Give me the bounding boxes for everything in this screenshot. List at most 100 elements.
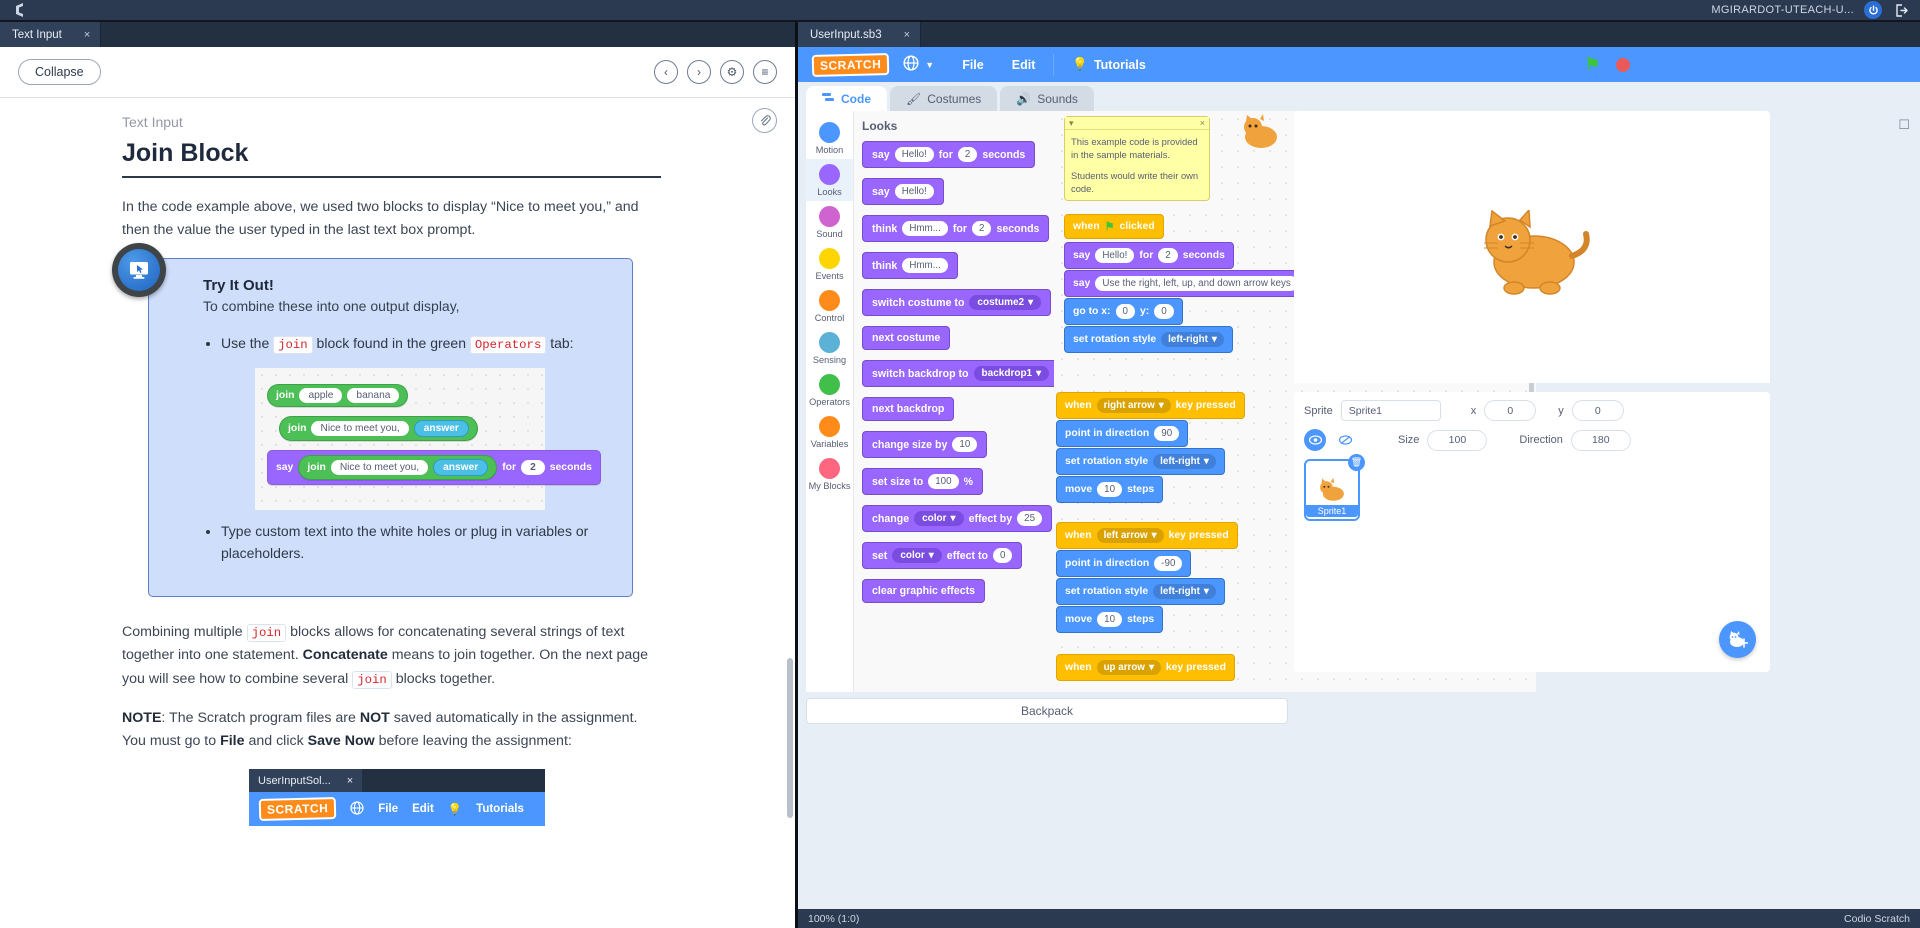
block-arg[interactable]: Use the right, left, up, and down arrow … [1095, 276, 1298, 291]
block-dropdown[interactable]: left-right ▾ [1153, 454, 1216, 469]
gear-icon[interactable]: ⚙ [720, 60, 744, 84]
block-move-steps-2[interactable]: move 10 steps [1056, 606, 1164, 633]
palette-block-next-backdrop[interactable]: next backdrop [862, 397, 955, 421]
category-operators[interactable]: Operators [806, 369, 853, 411]
category-sound[interactable]: Sound [806, 201, 853, 243]
show-sprite-button[interactable] [1304, 429, 1326, 451]
power-icon[interactable] [1864, 1, 1882, 19]
category-events[interactable]: Events [806, 243, 853, 285]
block-arg[interactable]: 10 [1097, 612, 1123, 627]
comment-collapse-icon[interactable]: ▾ [1069, 118, 1074, 129]
close-icon[interactable]: × [904, 29, 910, 41]
block-arg[interactable]: Hmm... [902, 221, 948, 236]
palette-block-set-effect[interactable]: set color ▾ effect to 0 [862, 542, 1023, 569]
category-sensing[interactable]: Sensing [806, 327, 853, 369]
palette-block-next-costume[interactable]: next costume [862, 326, 951, 350]
sprite-size-input[interactable]: 100 [1427, 429, 1488, 451]
category-my-blocks[interactable]: My Blocks [806, 453, 853, 495]
palette-block-switch-backdrop[interactable]: switch backdrop to backdrop1 ▾ [862, 360, 1060, 387]
palette-block-say[interactable]: say Hello! [862, 178, 944, 205]
block-arg[interactable]: -90 [1154, 556, 1183, 571]
block-arg[interactable]: Hello! [894, 184, 934, 199]
block-dropdown[interactable]: costume2 ▾ [969, 295, 1042, 310]
palette-block-set-size[interactable]: set size to 100% [862, 468, 984, 495]
stop-icon[interactable] [1616, 57, 1631, 72]
block-dropdown[interactable]: left-right ▾ [1161, 332, 1224, 347]
block-move-steps[interactable]: move 10 steps [1056, 476, 1164, 503]
tutorial-scrollbar[interactable] [787, 658, 793, 818]
block-point-in-direction-minus-90[interactable]: point in direction -90 [1056, 550, 1192, 577]
scratch-logo-icon[interactable]: SCRATCH [811, 52, 890, 77]
close-icon[interactable]: × [84, 29, 90, 41]
category-looks[interactable]: Looks [806, 159, 853, 201]
block-when-flag-clicked[interactable]: when ⚑ clicked [1064, 214, 1164, 239]
block-set-rotation-style-2[interactable]: set rotation style left-right ▾ [1056, 448, 1225, 475]
sprite-tile-sprite1[interactable]: 🗑 Sprite1 [1304, 454, 1365, 521]
palette-block-change-size[interactable]: change size by 10 [862, 431, 988, 458]
block-when-left-arrow-pressed[interactable]: when left arrow ▾ key pressed [1056, 522, 1238, 549]
language-menu[interactable]: ▼ [889, 47, 948, 82]
block-dropdown[interactable]: left arrow ▾ [1096, 528, 1164, 543]
tab-code[interactable]: Code [806, 86, 887, 111]
hide-sprite-button[interactable] [1334, 429, 1356, 451]
block-arg[interactable]: 100 [928, 474, 959, 489]
block-go-to-xy[interactable]: go to x: 0 y: 0 [1064, 298, 1183, 325]
block-when-up-arrow-pressed[interactable]: when up arrow ▾ key pressed [1056, 654, 1235, 681]
comment-close-icon[interactable]: × [1200, 118, 1205, 128]
block-set-rotation-style-3[interactable]: set rotation style left-right ▾ [1056, 578, 1225, 605]
palette-block-clear-effects[interactable]: clear graphic effects [862, 579, 986, 603]
tab-costumes[interactable]: 🖌 Costumes [890, 86, 998, 111]
block-arg[interactable]: 0 [993, 548, 1013, 563]
backpack-bar[interactable]: Backpack [806, 698, 1288, 724]
green-flag-icon[interactable]: ⚑ [1585, 55, 1600, 75]
block-arg[interactable]: 10 [1097, 482, 1123, 497]
block-say-hello-for-seconds[interactable]: say Hello! for 2 seconds [1064, 242, 1234, 269]
block-arg[interactable]: Hmm... [902, 258, 948, 273]
palette-block-think-for-seconds[interactable]: think Hmm... for 2 seconds [862, 215, 1050, 242]
paperclip-icon[interactable] [752, 108, 777, 133]
block-dropdown[interactable]: right arrow ▾ [1096, 398, 1171, 413]
cat-sprite-icon[interactable] [1472, 208, 1592, 310]
next-page-icon[interactable]: › [687, 60, 711, 84]
sprite-name-input[interactable]: Sprite1 [1340, 400, 1441, 421]
prev-page-icon[interactable]: ‹ [654, 60, 678, 84]
codio-logo-icon[interactable] [0, 0, 40, 21]
palette-block-switch-costume[interactable]: switch costume to costume2 ▾ [862, 289, 1052, 316]
tab-userinput-sb3[interactable]: UserInput.sb3 × [798, 22, 922, 47]
block-arg[interactable]: Hello! [894, 147, 934, 162]
edit-menu[interactable]: Edit [998, 47, 1050, 82]
file-menu[interactable]: File [948, 47, 998, 82]
block-arg[interactable]: 10 [952, 437, 978, 452]
stage[interactable] [1294, 137, 1770, 383]
palette-block-change-effect[interactable]: change color ▾ effect by 25 [862, 505, 1053, 532]
block-point-in-direction-90[interactable]: point in direction 90 [1056, 420, 1189, 447]
category-motion[interactable]: Motion [806, 117, 853, 159]
block-dropdown[interactable]: up arrow ▾ [1096, 660, 1161, 675]
block-dropdown[interactable]: backdrop1 ▾ [973, 366, 1050, 381]
block-when-right-arrow-pressed[interactable]: when right arrow ▾ key pressed [1056, 392, 1245, 419]
add-sprite-icon[interactable] [1719, 621, 1756, 658]
block-say-arrow-keys[interactable]: say Use the right, left, up, and down ar… [1064, 270, 1307, 297]
trash-icon[interactable]: 🗑 [1348, 454, 1365, 471]
block-dropdown[interactable]: left-right ▾ [1153, 584, 1216, 599]
sprite-y-input[interactable]: 0 [1571, 400, 1624, 421]
block-arg[interactable]: 0 [1154, 304, 1174, 319]
sprite-direction-input[interactable]: 180 [1570, 429, 1631, 451]
block-arg[interactable]: 0 [1115, 304, 1135, 319]
palette-block-think[interactable]: think Hmm... [862, 252, 958, 279]
block-arg[interactable]: 2 [1158, 248, 1178, 263]
block-dropdown[interactable]: color ▾ [914, 511, 964, 526]
block-dropdown[interactable]: color ▾ [892, 548, 942, 563]
tutorials-menu[interactable]: 💡 Tutorials [1058, 47, 1159, 82]
collapse-button[interactable]: Collapse [18, 59, 101, 85]
fullscreen-icon[interactable]: ☐ [1898, 117, 1910, 133]
category-variables[interactable]: Variables [806, 411, 853, 453]
block-set-rotation-style[interactable]: set rotation style left-right ▾ [1064, 326, 1233, 353]
category-control[interactable]: Control [806, 285, 853, 327]
table-of-contents-icon[interactable]: ≡ [753, 60, 777, 84]
palette-block-say-for-seconds[interactable]: say Hello! for 2 seconds [862, 141, 1036, 168]
block-arg[interactable]: 2 [957, 147, 978, 162]
block-arg[interactable]: 2 [972, 221, 992, 236]
block-arg[interactable]: Hello! [1095, 248, 1135, 263]
sprite-x-input[interactable]: 0 [1484, 400, 1537, 421]
